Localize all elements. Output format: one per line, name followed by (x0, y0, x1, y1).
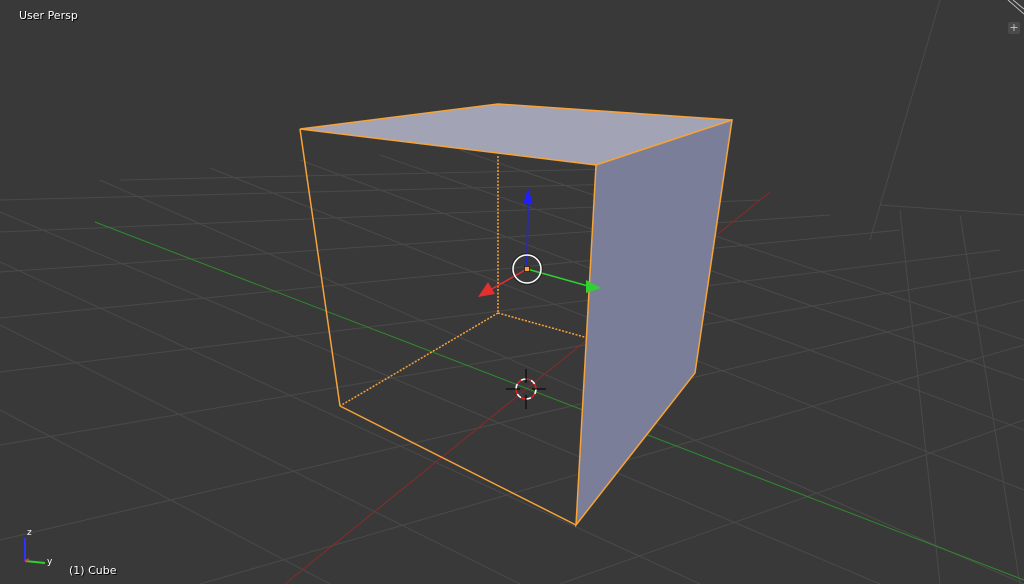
object-origin-icon (524, 266, 530, 272)
area-corner-lines (1007, 0, 1024, 15)
area-split-icon[interactable]: + (1008, 22, 1020, 34)
3d-viewport[interactable]: z y User Persp (1) Cube + (0, 0, 1024, 584)
active-object-label: (1) Cube (69, 564, 117, 577)
cube-right-face[interactable] (575, 118, 733, 528)
axis-orientation-icon: z y (24, 528, 53, 567)
floor-grid (0, 0, 1024, 584)
gizmo-z-label: z (27, 528, 32, 538)
gizmo-y-label: y (47, 557, 53, 567)
y-axis-line (94, 221, 1024, 581)
view-label: User Persp (19, 9, 78, 22)
viewport-scene[interactable]: z y (0, 0, 1024, 584)
transform-manipulator-icon[interactable] (478, 188, 601, 297)
